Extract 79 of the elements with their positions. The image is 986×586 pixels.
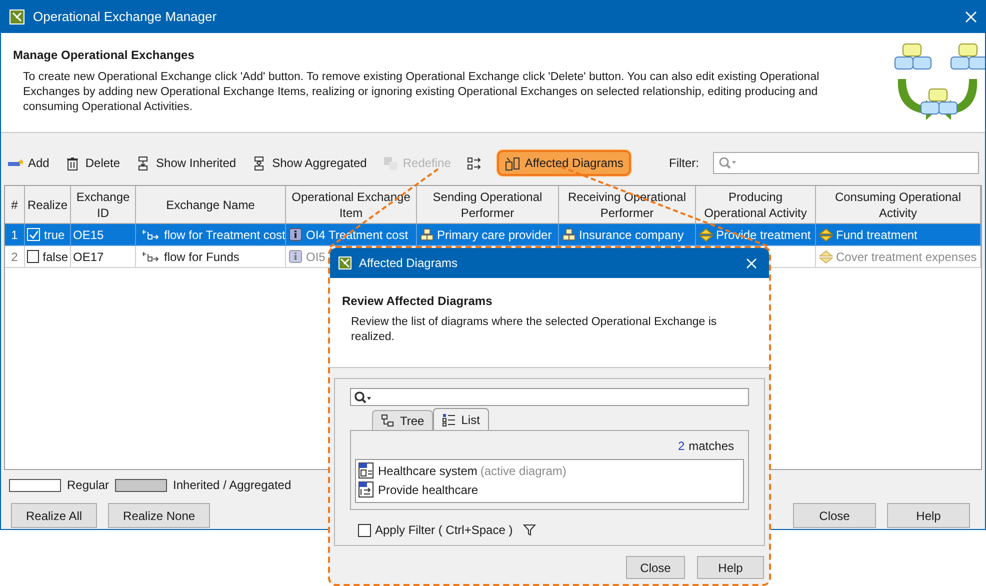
legend-swatch [115, 478, 168, 492]
tab[interactable]: Tree [372, 410, 434, 430]
description-text: To create new Operational Exchange click 'Add' button. To remove existing Operational Exchange click 'Delete' button. You can also edit existing Operational Exchanges by adding new Operational Exchange Items, realizing or ignoring existing Operational Exchanges on selected relationship, editing producing and consuming Operational Activities. [22, 70, 820, 115]
activity-icon [699, 228, 713, 242]
diagram-icon [358, 462, 375, 479]
toolbar-button[interactable]: Add [7, 150, 50, 176]
toolbar-button[interactable]: Show Inherited [135, 150, 238, 176]
list-item[interactable]: Provide healthcare [356, 480, 743, 499]
legend-swatch [9, 478, 61, 492]
tree-icon [381, 414, 395, 428]
dialog-button[interactable]: Realize All [11, 503, 98, 528]
description-text: Review the list of diagrams where the selected Operational Exchange is realized. [350, 315, 718, 345]
activity-icon [819, 250, 833, 264]
swap-icon [466, 156, 482, 170]
row-number: 2 [11, 248, 18, 266]
activity-icon [819, 228, 833, 242]
cell-text: OI5 [306, 248, 326, 266]
search-icon [718, 156, 736, 170]
diagram-icon [358, 481, 375, 498]
column-header[interactable]: Producing Operational Activity [696, 186, 816, 224]
performer-icon [420, 228, 434, 242]
match-label: matches [688, 438, 734, 455]
column-header[interactable]: Consuming Operational Activity [816, 186, 981, 224]
diagrams-icon [504, 156, 520, 170]
toolbar-button[interactable]: Delete [64, 150, 122, 176]
search-icon [354, 390, 372, 404]
checkbox-label: Apply Filter ( Ctrl+Space ) [375, 522, 513, 539]
dialog-button[interactable]: Help [697, 556, 764, 579]
close-icon [965, 11, 977, 23]
close-icon [746, 258, 757, 268]
cell-text: Cover treatment expenses [836, 248, 977, 266]
column-header[interactable]: Exchange Name [136, 186, 286, 224]
filter-icon [522, 524, 536, 536]
column-header[interactable]: Exchange ID [71, 186, 136, 224]
app-icon [9, 9, 25, 25]
checkbox[interactable] [27, 250, 39, 263]
dialog-button[interactable]: Close [793, 503, 876, 528]
cell-text: Primary care provider [437, 226, 552, 244]
column-header[interactable]: # [5, 186, 25, 224]
exchange-id: OE17 [73, 248, 104, 266]
filter-field[interactable] [713, 152, 979, 174]
list-icon [442, 412, 456, 426]
column-header[interactable]: Realize [25, 186, 71, 224]
tab[interactable]: List [433, 408, 489, 430]
exchange-id: OE15 [73, 226, 104, 244]
performer-icon [562, 228, 576, 242]
toolbar-button[interactable]: Show Aggregated [251, 150, 368, 176]
dialog-button[interactable]: Realize None [108, 503, 210, 528]
info-icon [289, 228, 303, 242]
column-header[interactable]: Sending Operational Performer [417, 186, 559, 224]
window-title: Operational Exchange Manager [33, 8, 218, 26]
legend-label: Regular [67, 477, 110, 494]
match-count: 2 [678, 438, 685, 455]
exchange-name: flow for Funds [164, 248, 240, 266]
flow-icon [142, 250, 160, 262]
flow-icon [142, 228, 160, 240]
check-icon [29, 230, 38, 239]
cell-text: Insurance company [579, 226, 684, 244]
toolbar-button[interactable]: Affected Diagrams [496, 150, 632, 176]
realize-value: false [42, 248, 68, 266]
section-heading: Manage Operational Exchanges [13, 47, 196, 64]
search-field[interactable] [350, 388, 749, 406]
list-item-note: (active diagram) [480, 462, 566, 480]
exchange-name: flow for Treatment cost [164, 226, 285, 244]
legend-label: Inherited / Aggregated [173, 477, 292, 494]
realize-value: true [44, 226, 65, 244]
filter-label: Filter: [669, 155, 699, 172]
section-heading: Review Affected Diagrams [342, 293, 494, 310]
info-icon [289, 250, 303, 264]
app-icon [338, 256, 352, 270]
row-number: 1 [11, 226, 18, 244]
redefine-icon [382, 156, 398, 170]
trash-icon [65, 156, 80, 170]
dialog-button[interactable]: Help [887, 503, 970, 528]
list-item[interactable]: Healthcare system (active diagram) [356, 461, 743, 480]
dialog-title: Affected Diagrams [359, 255, 458, 272]
cell-text: Fund treatment [836, 226, 918, 244]
checkbox[interactable] [358, 524, 371, 536]
dialog-button[interactable]: Close [626, 556, 685, 579]
